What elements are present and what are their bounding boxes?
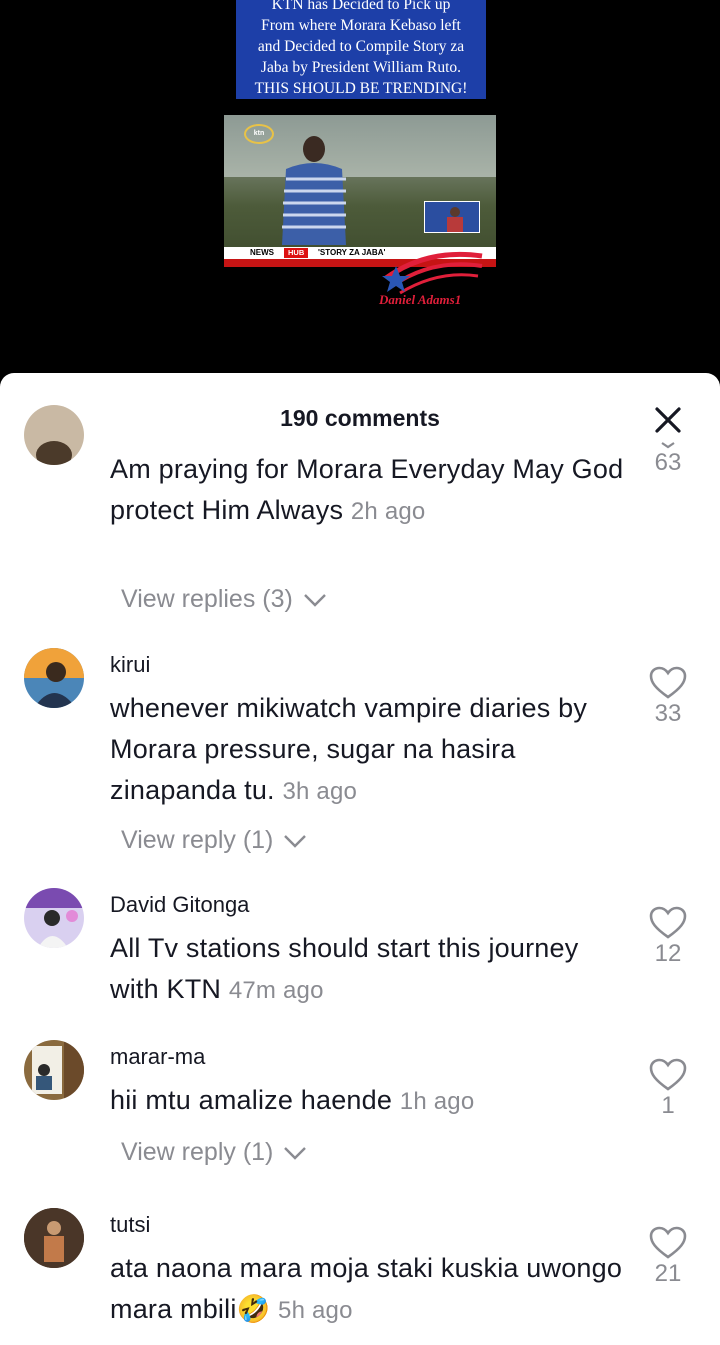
like-button[interactable]: 1: [648, 1058, 688, 1120]
comment-text-block: ata naona mara moja staki kuskia uwongo …: [110, 1248, 630, 1331]
comments-panel: 190 comments Am praying for Morara Every…: [0, 373, 720, 1345]
comment-text-block: whenever mikiwatch vampire diaries by Mo…: [110, 688, 630, 812]
ticker-hub: HUB: [284, 248, 309, 258]
comment-text-block: All Tv stations should start this journe…: [110, 928, 630, 1011]
chevron-down-icon: [303, 594, 326, 608]
comment-time: 1h ago: [399, 1088, 475, 1115]
comment-text: ata naona mara moja staki kuskia uwongo …: [110, 1253, 623, 1324]
view-replies-label: View replies (3): [121, 585, 293, 613]
view-replies-label: View reply (1): [121, 826, 274, 854]
avatar[interactable]: [24, 405, 84, 465]
comment-text: All Tv stations should start this journe…: [110, 933, 579, 1004]
close-icon: [655, 407, 681, 433]
like-count: 12: [654, 940, 682, 967]
sign-language-inset: [424, 201, 480, 233]
watermark-text: Daniel Adams1: [379, 292, 462, 307]
like-count: 1: [661, 1092, 675, 1119]
video-caption: KTN has Decided to Pick up From where Mo…: [236, 0, 486, 99]
heart-icon: [661, 442, 675, 449]
comment-time: 2h ago: [350, 498, 426, 525]
avatar[interactable]: [24, 888, 84, 948]
comment-username[interactable]: David Gitonga: [110, 892, 249, 918]
view-replies-label: View reply (1): [121, 1138, 274, 1166]
chevron-down-icon: [284, 835, 307, 849]
caption-line: Jaba by President William Ruto.: [260, 59, 462, 76]
like-button[interactable]: 33: [648, 666, 688, 728]
comment-username[interactable]: kirui: [110, 652, 150, 678]
caption-line: From where Morara Kebaso left: [261, 17, 461, 34]
comment-time: 5h ago: [278, 1297, 353, 1324]
caption-line: and Decided to Compile Story za: [257, 38, 465, 55]
heart-icon: [649, 666, 687, 699]
view-replies-button[interactable]: View replies (3): [121, 585, 328, 614]
caption-line: KTN has Decided to Pick up: [271, 0, 451, 13]
heart-icon: [649, 1058, 687, 1091]
ticker-news: NEWS: [250, 248, 274, 257]
close-button[interactable]: [651, 403, 685, 437]
video-player[interactable]: KTN has Decided to Pick up From where Mo…: [0, 0, 720, 395]
ticker-story: 'STORY ZA JABA': [318, 248, 386, 257]
like-count: 63: [654, 449, 682, 476]
view-replies-button[interactable]: View reply (1): [121, 826, 308, 855]
chevron-down-icon: [284, 1147, 307, 1161]
avatar[interactable]: [24, 648, 84, 708]
comment-text: hii mtu amalize haende: [110, 1085, 393, 1115]
comment-time: 47m ago: [228, 977, 324, 1004]
comment-username[interactable]: tutsi: [110, 1212, 150, 1238]
like-count: 21: [654, 1260, 682, 1287]
comments-count-title: 190 comments: [280, 405, 440, 431]
like-count: 33: [654, 700, 682, 727]
heart-icon: [649, 906, 687, 939]
avatar[interactable]: [24, 1208, 84, 1268]
comment-time: 3h ago: [282, 778, 358, 805]
like-button[interactable]: 21: [648, 1226, 688, 1288]
comment-text-block: Am praying for Morara Everyday May God p…: [110, 449, 630, 532]
heart-icon: [649, 1226, 687, 1259]
like-button[interactable]: 12: [648, 906, 688, 968]
comment-username[interactable]: marar-ma: [110, 1044, 205, 1070]
like-button[interactable]: 63: [648, 441, 688, 477]
caption-line: THIS SHOULD BE TRENDING!: [254, 80, 468, 97]
avatar[interactable]: [24, 1040, 84, 1100]
person-figure: [282, 136, 346, 245]
comment-text-block: hii mtu amalize haende 1h ago: [110, 1080, 630, 1122]
view-replies-button[interactable]: View reply (1): [121, 1138, 308, 1167]
